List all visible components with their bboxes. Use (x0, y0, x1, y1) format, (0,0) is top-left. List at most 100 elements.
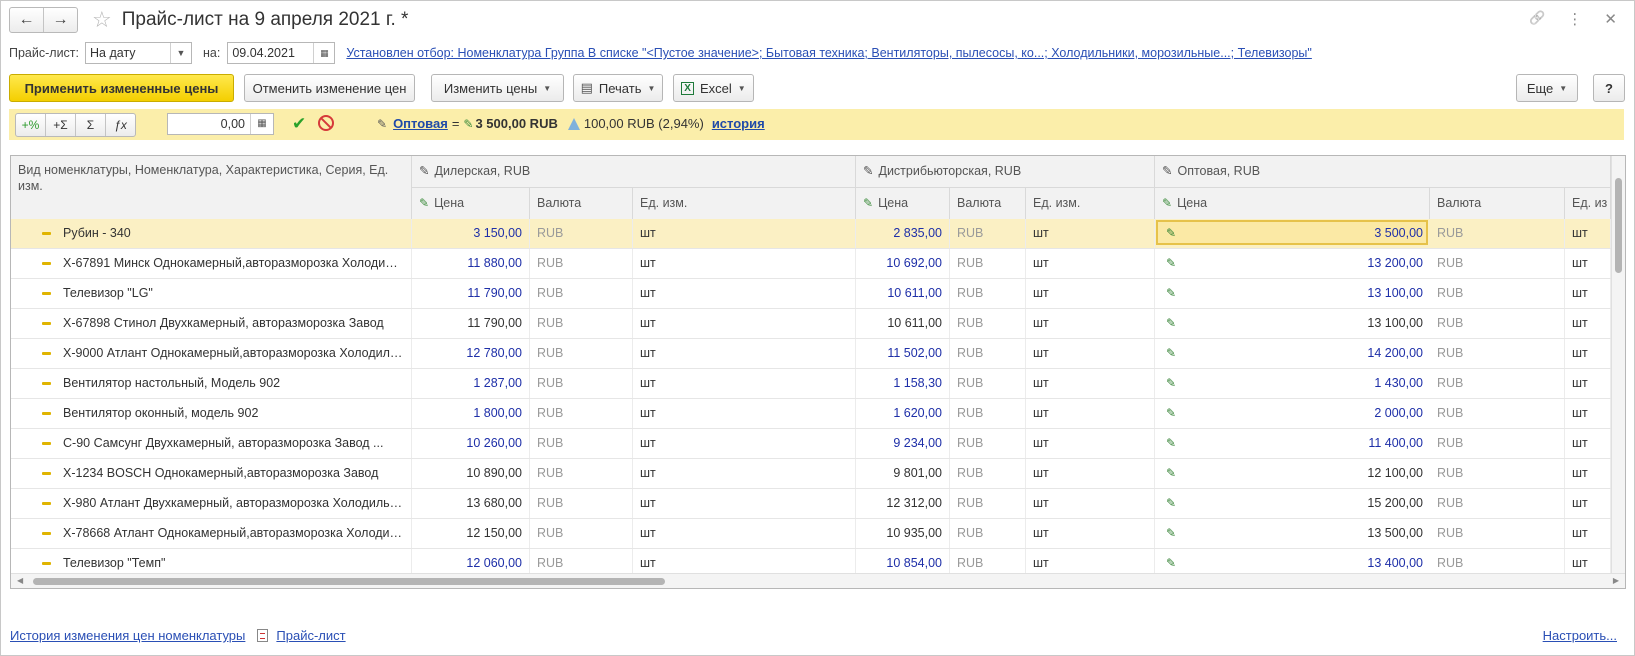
currency-cell[interactable]: RUB (1430, 249, 1565, 278)
distributor-price-cell[interactable]: 10 692,00 (856, 249, 950, 278)
distributor-price-cell[interactable]: 10 611,00 (856, 279, 950, 308)
distributor-price-cell[interactable]: 9 234,00 (856, 429, 950, 458)
currency-cell[interactable]: RUB (950, 519, 1026, 548)
column-header-price[interactable]: ✎ Цена (412, 187, 530, 219)
wholesale-price-cell[interactable]: 3 500,00 (1155, 219, 1430, 248)
back-button[interactable]: ← (10, 8, 43, 32)
group-header-distributor[interactable]: ✎ Дистрибьюторская, RUB (856, 156, 1155, 187)
currency-cell[interactable]: RUB (950, 279, 1026, 308)
dealer-price-cell[interactable]: 11 790,00 (412, 279, 530, 308)
unit-cell[interactable]: шт (633, 219, 856, 248)
settings-link[interactable]: Настроить... (1543, 628, 1617, 643)
wholesale-price-cell[interactable]: 13 500,00 (1155, 519, 1430, 548)
unit-cell[interactable]: шт (1026, 249, 1155, 278)
sum-button[interactable]: Σ (75, 114, 105, 136)
currency-cell[interactable]: RUB (530, 369, 633, 398)
calculator-icon[interactable]: ▦ (250, 114, 273, 134)
currency-cell[interactable]: RUB (530, 489, 633, 518)
price-list-link[interactable]: Прайс-лист (276, 628, 345, 643)
unit-cell[interactable]: шт (633, 459, 856, 488)
vertical-scroll-thumb[interactable] (1615, 178, 1622, 273)
amount-input[interactable]: 0,00 ▦ (167, 113, 274, 135)
unit-cell[interactable]: шт (1026, 399, 1155, 428)
currency-cell[interactable]: RUB (530, 249, 633, 278)
table-row[interactable]: Рубин - 340 3 150,00 RUB шт 2 835,00 RUB шт ✎ 3 … (11, 219, 1611, 249)
currency-cell[interactable]: RUB (1430, 339, 1565, 368)
cancel-prices-button[interactable]: Отменить изменение цен (244, 74, 415, 102)
currency-cell[interactable]: RUB (1430, 219, 1565, 248)
favorite-star-icon[interactable]: ☆ (92, 8, 112, 32)
distributor-price-cell[interactable]: 12 312,00 (856, 489, 950, 518)
nomenclature-cell[interactable]: Х-1234 BOSCH Однокамерный,авторазморозка… (11, 459, 412, 488)
table-row[interactable]: Х-67898 Стинол Двухкамерный, авторазморо… (11, 309, 1611, 339)
add-sum-button[interactable]: +Σ (45, 114, 75, 136)
column-header-price[interactable]: ✎ Цена (1155, 187, 1430, 219)
table-row[interactable]: Вентилятор оконный, модель 902 1 800,00 RU… (11, 399, 1611, 429)
unit-cell[interactable]: шт (633, 519, 856, 548)
price-type-link[interactable]: Оптовая (393, 116, 448, 131)
nomenclature-cell[interactable]: Вентилятор настольный, Модель 902 (11, 369, 412, 398)
help-button[interactable]: ? (1593, 74, 1625, 102)
wholesale-price-cell[interactable]: 2 000,00 (1155, 399, 1430, 428)
dealer-price-cell[interactable]: 13 680,00 (412, 489, 530, 518)
wholesale-price-cell[interactable]: 12 100,00 (1155, 459, 1430, 488)
distributor-price-cell[interactable]: 11 502,00 (856, 339, 950, 368)
check-icon[interactable]: ✔ (292, 114, 306, 134)
unit-cell[interactable]: шт (1026, 309, 1155, 338)
dealer-price-cell[interactable]: 10 260,00 (412, 429, 530, 458)
group-header-wholesale[interactable]: ✎ Оптовая, RUB (1155, 156, 1611, 187)
currency-cell[interactable]: RUB (530, 309, 633, 338)
unit-cell[interactable]: шт (1565, 459, 1611, 488)
currency-cell[interactable]: RUB (950, 249, 1026, 278)
currency-cell[interactable]: RUB (950, 429, 1026, 458)
table-row[interactable]: Х-78668 Атлант Однокамерный,авторазмороз… (11, 519, 1611, 549)
apply-prices-button[interactable]: Применить измененные цены (9, 74, 234, 102)
distributor-price-cell[interactable]: 2 835,00 (856, 219, 950, 248)
currency-cell[interactable]: RUB (1430, 519, 1565, 548)
filter-link[interactable]: Установлен отбор: Номенклатура Группа В … (346, 46, 1312, 60)
currency-cell[interactable]: RUB (1430, 369, 1565, 398)
dealer-price-cell[interactable]: 12 150,00 (412, 519, 530, 548)
currency-cell[interactable]: RUB (950, 309, 1026, 338)
currency-cell[interactable]: RUB (1430, 279, 1565, 308)
column-header-unit[interactable]: Ед. изм. (1026, 187, 1155, 219)
link-icon[interactable]: 🔗 (1529, 10, 1545, 28)
unit-cell[interactable]: шт (1565, 219, 1611, 248)
column-header-nomenclature[interactable]: Вид номенклатуры, Номенклатура, Характер… (11, 156, 412, 219)
currency-cell[interactable]: RUB (530, 429, 633, 458)
distributor-price-cell[interactable]: 10 611,00 (856, 309, 950, 338)
nomenclature-cell[interactable]: Х-67891 Минск Однокамерный,авторазморозк… (11, 249, 412, 278)
currency-cell[interactable]: RUB (950, 219, 1026, 248)
dealer-price-cell[interactable]: 11 880,00 (412, 249, 530, 278)
unit-cell[interactable]: шт (1565, 339, 1611, 368)
nomenclature-cell[interactable]: Х-980 Атлант Двухкамерный, авторазморозк… (11, 489, 412, 518)
currency-cell[interactable]: RUB (1430, 429, 1565, 458)
more-menu-icon[interactable]: ⋮ (1567, 10, 1582, 28)
currency-cell[interactable]: RUB (950, 339, 1026, 368)
unit-cell[interactable]: шт (1026, 219, 1155, 248)
distributor-price-cell[interactable]: 1 158,30 (856, 369, 950, 398)
unit-cell[interactable]: шт (1026, 339, 1155, 368)
wholesale-price-cell[interactable]: 15 200,00 (1155, 489, 1430, 518)
excel-button[interactable]: X Excel ▼ (673, 74, 754, 102)
currency-cell[interactable]: RUB (530, 459, 633, 488)
dropdown-arrow-icon[interactable]: ▼ (170, 43, 191, 63)
unit-cell[interactable]: шт (1026, 489, 1155, 518)
column-header-currency[interactable]: Валюта (1430, 187, 1565, 219)
unit-cell[interactable]: шт (633, 399, 856, 428)
currency-cell[interactable]: RUB (950, 489, 1026, 518)
unit-cell[interactable]: шт (1565, 369, 1611, 398)
nomenclature-cell[interactable]: Телевизор "LG" (11, 279, 412, 308)
horizontal-scroll-thumb[interactable] (33, 578, 665, 585)
unit-cell[interactable]: шт (1565, 519, 1611, 548)
nomenclature-cell[interactable]: Рубин - 340 (11, 219, 412, 248)
change-prices-button[interactable]: Изменить цены ▼ (431, 74, 564, 102)
unit-cell[interactable]: шт (1565, 279, 1611, 308)
dealer-price-cell[interactable]: 1 287,00 (412, 369, 530, 398)
dealer-price-cell[interactable]: 12 780,00 (412, 339, 530, 368)
unit-cell[interactable]: шт (1565, 489, 1611, 518)
print-button[interactable]: ▤ Печать ▼ (573, 74, 663, 102)
vertical-scrollbar[interactable] (1611, 156, 1625, 574)
unit-cell[interactable]: шт (1026, 519, 1155, 548)
group-header-dealer[interactable]: ✎ Дилерская, RUB (412, 156, 856, 187)
